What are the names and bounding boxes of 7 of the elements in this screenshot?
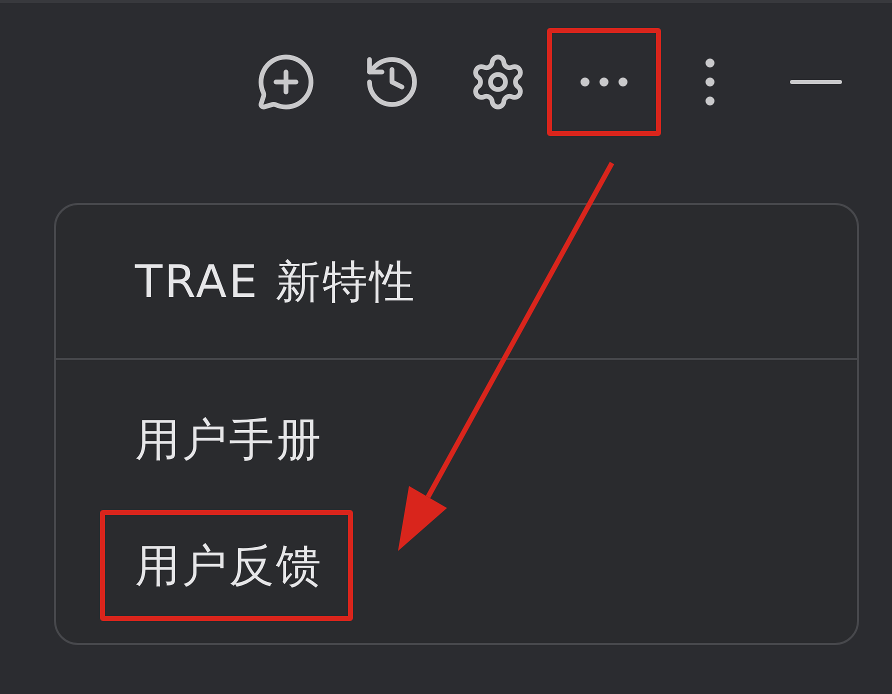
menu-item[interactable]: 用户反馈 [100,510,353,621]
minimize-icon [790,80,842,84]
dots-horizontal-icon [580,77,628,87]
chat-plus-icon [256,52,316,112]
menu-item[interactable]: TRAE 新特性 [100,226,446,337]
menu-item[interactable]: 用户手册 [100,384,353,495]
dots-vertical-icon [705,58,715,106]
